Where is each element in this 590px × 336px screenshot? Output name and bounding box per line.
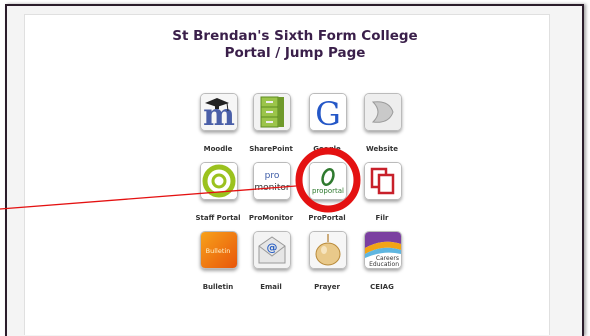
svg-text:monitor: monitor: [254, 183, 290, 193]
proportal-logo-icon: proportal: [310, 163, 346, 199]
svg-text:Bulletin: Bulletin: [206, 247, 231, 255]
prayer-bell-icon: [310, 232, 346, 268]
promonitor-tile[interactable]: pro monitor: [253, 162, 291, 200]
ceiag-careers-icon: Careers Education: [365, 232, 401, 268]
email-tile[interactable]: @: [253, 231, 291, 269]
filr-icon: [365, 163, 401, 199]
page-title: St Brendan's Sixth Form College: [172, 28, 418, 44]
bulletin-tile[interactable]: Bulletin: [200, 231, 238, 269]
staff-portal-tile[interactable]: [200, 162, 238, 200]
svg-text:proportal: proportal: [312, 187, 344, 195]
svg-text:pro: pro: [265, 171, 280, 181]
moodle-tile[interactable]: m: [200, 93, 238, 131]
svg-text:@: @: [267, 241, 278, 254]
bulletin-icon: Bulletin: [201, 232, 237, 268]
sharepoint-tile[interactable]: [253, 93, 291, 131]
promonitor-logo-icon: pro monitor: [254, 163, 290, 199]
google-tile[interactable]: G: [309, 93, 347, 131]
filr-label: Filr: [375, 214, 389, 222]
filing-cabinet-icon: [254, 94, 290, 130]
staff-portal-icon: [201, 163, 237, 199]
proportal-tile[interactable]: proportal: [309, 162, 347, 200]
filr-tile[interactable]: [364, 162, 402, 200]
website-label: Website: [366, 145, 398, 153]
ceiag-label: CEIAG: [370, 283, 394, 291]
page-subtitle: Portal / Jump Page: [224, 45, 366, 61]
website-arrow-icon: [365, 94, 401, 130]
moodle-icon: m: [201, 94, 237, 130]
google-icon: G: [310, 94, 346, 130]
website-tile[interactable]: [364, 93, 402, 131]
svg-text:Education: Education: [369, 261, 399, 268]
prayer-tile[interactable]: [309, 231, 347, 269]
svg-text:G: G: [315, 95, 341, 130]
envelope-icon: @: [254, 232, 290, 268]
ceiag-tile[interactable]: Careers Education: [364, 231, 402, 269]
